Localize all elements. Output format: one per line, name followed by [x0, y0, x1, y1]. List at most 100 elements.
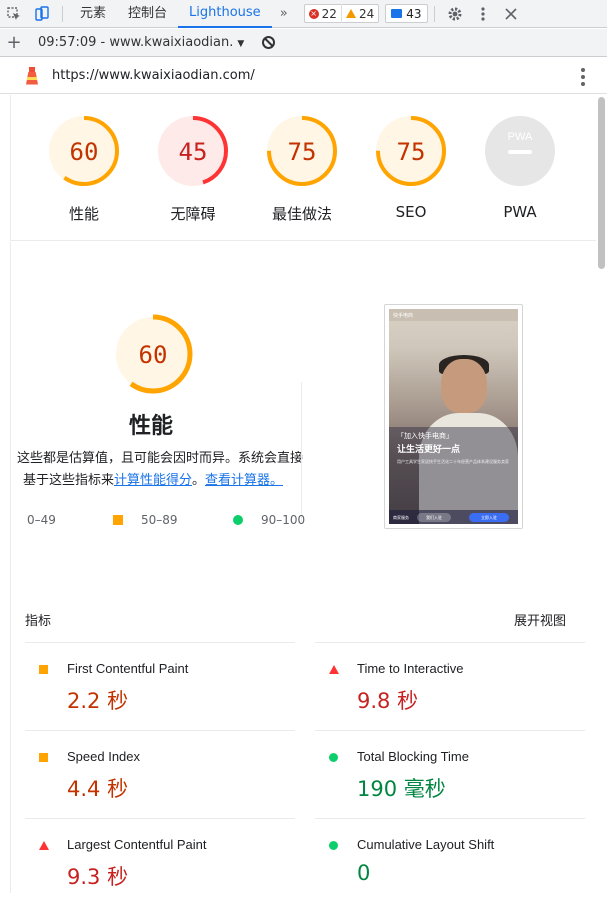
metric-name: Cumulative Layout Shift [357, 837, 495, 852]
pass-circle-icon [329, 841, 338, 850]
description-line: 这些都是估算值，且可能会因时而异。系统会直接 [16, 451, 303, 466]
tab-console[interactable]: 控制台 [117, 0, 178, 28]
error-count-badge: × 22 [305, 4, 341, 23]
gauge-score: 60 [70, 138, 99, 166]
tab-elements[interactable]: 元素 [69, 0, 117, 28]
gauge-ring: 75 [267, 116, 337, 186]
fail-triangle-icon [39, 841, 49, 850]
metric-value: 9.3 秒 [67, 865, 129, 889]
error-count: 22 [321, 6, 337, 21]
report-selector-label: 09:57:09 - www.kwaixiaodian. [38, 35, 234, 50]
gauge-ring: 60 [49, 116, 119, 186]
message-count: 43 [406, 6, 422, 21]
description-text: 基于这些指标来 [22, 473, 114, 488]
tab-lighthouse[interactable]: Lighthouse [178, 0, 272, 28]
lighthouse-run-bar: + 09:57:09 - www.kwaixiaodian. ▼ [0, 29, 607, 57]
gauge-score: 75 [288, 138, 317, 166]
gauge-label: SEO [395, 203, 427, 221]
gauge-score: 75 [397, 138, 426, 166]
legend-pass: 90–100 [233, 513, 305, 527]
issues-counter[interactable]: × 22 24 [303, 4, 380, 23]
metric-value: 2.2 秒 [67, 689, 129, 713]
gauge-seo[interactable]: 75 SEO [356, 113, 466, 221]
screenshot-body: 用户工具学生家居快手生活化二十年经营产品体系建设服务卖家 [397, 459, 509, 464]
metric-name: Largest Contentful Paint [67, 837, 207, 852]
metric-value: 4.4 秒 [67, 777, 129, 801]
performance-section: 60 性能 这些都是估算值，且可能会因时而异。系统会直接 基于这些指标来计算性能… [10, 242, 596, 893]
metric-name: Total Blocking Time [357, 749, 469, 764]
divider [301, 382, 302, 522]
gauge-pwa[interactable]: PWA PWA [465, 113, 575, 221]
error-icon: × [308, 8, 319, 19]
circle-icon [233, 515, 243, 525]
gauge-ring: 75 [376, 116, 446, 186]
pwa-badge-text: PWA [508, 131, 533, 143]
report-url[interactable]: https://www.kwaixiaodian.com/ [52, 68, 255, 83]
gauge-best-practices[interactable]: 75 最佳做法 [247, 113, 357, 224]
metric-value: 190 毫秒 [357, 777, 446, 801]
report-selector[interactable]: 09:57:09 - www.kwaixiaodian. ▼ [38, 35, 244, 50]
expand-view-toggle[interactable]: 展开视图 [514, 610, 566, 629]
performance-score: 60 [139, 341, 168, 369]
fail-triangle-icon [329, 665, 339, 674]
gauge-score: 45 [179, 138, 208, 166]
more-tabs-button[interactable]: » [272, 6, 296, 21]
warning-icon [345, 9, 356, 18]
gauge-performance[interactable]: 60 性能 [29, 113, 139, 224]
description-text: 。 [192, 473, 206, 488]
legend-label: 50–89 [141, 513, 178, 527]
device-toolbar-icon[interactable] [28, 0, 56, 28]
report-menu-icon[interactable] [581, 68, 585, 86]
metrics-heading: 指标 [25, 614, 52, 629]
devtools-toolbar: 元素 控制台 Lighthouse » × 22 24 43 [0, 0, 607, 28]
gauge-ring: PWA [485, 116, 555, 186]
gauge-accessibility[interactable]: 45 无障碍 [138, 113, 248, 224]
message-icon [391, 9, 403, 18]
average-square-icon [39, 753, 48, 762]
toolbar-divider [62, 5, 63, 22]
metric-item: Speed Index 4.4 秒 [25, 730, 295, 818]
metric-item: First Contentful Paint 2.2 秒 [25, 642, 295, 730]
performance-title: 性能 [128, 414, 173, 439]
legend-average: 50–89 [113, 513, 178, 527]
clear-reports-icon[interactable] [262, 36, 276, 49]
legend-label: 0–49 [27, 513, 56, 527]
screenshot-left-label: 商家服务 [393, 515, 409, 520]
performance-gauge: 60 [113, 314, 193, 394]
metric-name: First Contentful Paint [67, 661, 189, 676]
legend-label: 90–100 [261, 513, 306, 527]
performance-description: 这些都是估算值，且可能会因时而异。系统会直接 基于这些指标来计算性能得分。查看计… [3, 448, 303, 492]
more-options-icon[interactable] [469, 0, 497, 28]
screenshot-button: 立即入驻 [469, 513, 509, 522]
screenshot-tagline: 「加入快手电商」 [397, 432, 453, 440]
gauge-ring: 45 [158, 116, 228, 186]
inspect-element-icon[interactable] [0, 0, 28, 28]
new-report-button[interactable]: + [0, 32, 28, 53]
close-devtools-icon[interactable] [497, 0, 525, 28]
scrollbar[interactable] [596, 95, 607, 893]
chevron-down-icon: ▼ [237, 39, 245, 49]
message-count-badge[interactable]: 43 [385, 4, 428, 23]
metric-item: Time to Interactive 9.8 秒 [315, 642, 585, 730]
warning-count: 24 [358, 6, 375, 21]
view-calculator-link[interactable]: 查看计算器。 [205, 473, 283, 488]
final-screenshot: 快手电商 「加入快手电商」 让生活更好一点 用户工具学生家居快手生活化二十年经营… [384, 304, 523, 529]
warning-count-badge: 24 [340, 4, 378, 23]
screenshot-button: 我们入驻 [417, 513, 451, 522]
description-line: 基于这些指标来计算性能得分。查看计算器。 [3, 470, 303, 492]
scrollbar-thumb[interactable] [598, 97, 605, 269]
metric-item: Total Blocking Time 190 毫秒 [315, 730, 585, 818]
pwa-dash-icon [508, 150, 532, 154]
settings-gear-icon[interactable] [441, 0, 469, 28]
gauge-label: 性能 [68, 205, 99, 223]
pass-circle-icon [329, 753, 338, 762]
screenshot-header: 快手电商 [389, 309, 518, 321]
legend-fail: 0–49 [27, 513, 56, 527]
report-url-bar: https://www.kwaixiaodian.com/ [0, 58, 607, 94]
calculate-score-link[interactable]: 计算性能得分 [114, 473, 192, 488]
square-icon [113, 515, 123, 525]
metric-value: 9.8 秒 [357, 689, 419, 713]
screenshot-headline: 让生活更好一点 [397, 445, 461, 455]
score-gauges: 60 性能 45 无障碍 75 最佳做法 75 SEO PWA PWA [10, 95, 596, 241]
gauge-label: PWA [503, 203, 537, 221]
